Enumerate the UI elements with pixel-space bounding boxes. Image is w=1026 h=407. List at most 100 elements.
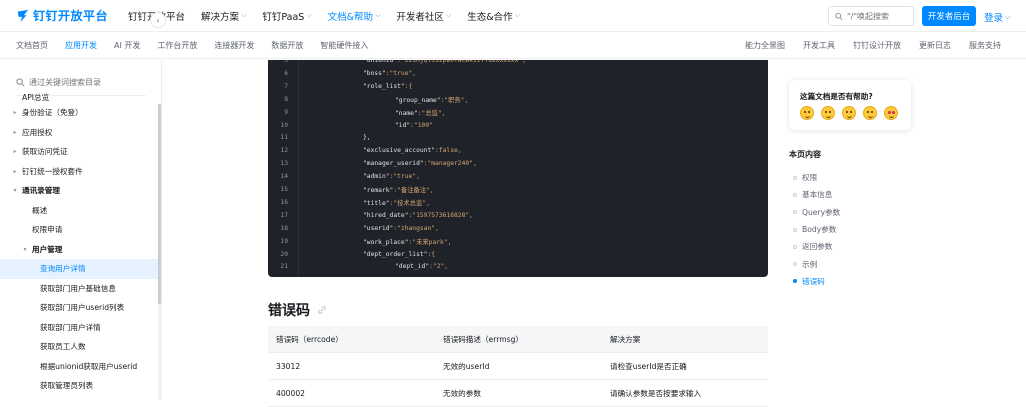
- sidebar-item[interactable]: ▾ 用户管理: [0, 240, 158, 260]
- very-sad-face-icon[interactable]: [800, 106, 814, 120]
- subnav-tab-2[interactable]: AI 开发: [114, 40, 140, 51]
- catalog-search[interactable]: [16, 78, 146, 87]
- table-cell: 请检查userId是否正确: [610, 361, 687, 371]
- line-number: 20: [280, 250, 288, 258]
- code-value: :"技术总监",: [389, 199, 430, 207]
- feedback-emojis: [800, 106, 905, 120]
- line-number: 13: [280, 160, 288, 168]
- code-text: "dept_id":"2",: [395, 263, 448, 270]
- table-cell: 请确认参数是否按要求输入: [610, 388, 702, 398]
- global-search[interactable]: [828, 6, 914, 26]
- subnav-tab-0[interactable]: 文档首页: [16, 40, 48, 51]
- line-number: 12: [280, 147, 288, 155]
- code-value: :"未来park",: [408, 238, 452, 246]
- subnav-tab-1[interactable]: 应用开发: [65, 40, 97, 51]
- subnav-right-link-2[interactable]: 钉钉设计开放: [853, 40, 901, 51]
- nav-item-4[interactable]: 开发者社区 ⌵: [396, 9, 451, 23]
- nav-item-5[interactable]: 生态&合作 ⌵: [467, 9, 520, 23]
- sidebar-item[interactable]: ▸ 应用授权: [0, 123, 158, 143]
- section-title: 错误码: [268, 303, 310, 319]
- toc-item[interactable]: 返回参数: [789, 238, 840, 255]
- sidebar-item[interactable]: 查询用户详情: [0, 259, 158, 279]
- toc-item[interactable]: 权限: [789, 169, 840, 186]
- sidebar-item-label: 获取员工人数: [40, 342, 86, 352]
- toc-item[interactable]: 错误码: [789, 273, 840, 290]
- nav-item-2[interactable]: 钉钉PaaS ⌵: [262, 9, 311, 23]
- subnav-right-link-4[interactable]: 服务支持: [969, 40, 1001, 51]
- catalog-search-input[interactable]: [29, 78, 139, 87]
- toc-item[interactable]: 示例: [789, 255, 840, 272]
- code-value: :"100": [410, 121, 433, 129]
- neutral-face-icon[interactable]: [842, 106, 856, 120]
- subnav-right-link-1[interactable]: 开发工具: [803, 40, 835, 51]
- toc-item[interactable]: Query参数: [789, 204, 840, 221]
- sidebar-item[interactable]: ▸ 钉钉统一授权套件: [0, 162, 158, 182]
- code-line: 11},: [268, 131, 768, 144]
- code-value: :{: [427, 250, 436, 258]
- code-line: 15 "remark":"备注备注",: [268, 183, 768, 196]
- happy-face-icon[interactable]: [863, 106, 877, 120]
- code-text: "boss":"true",: [363, 70, 416, 77]
- code-key: "hired_date": [363, 211, 409, 219]
- subnav-tab-5[interactable]: 数据开放: [271, 40, 303, 51]
- toc-item[interactable]: 基本信息: [789, 186, 840, 203]
- code-value: :"z21HjQliSzpw0YWCWkiiYYuxxxxxxx",: [397, 60, 527, 64]
- search-icon: [16, 78, 25, 87]
- sidebar-item[interactable]: 权限申请: [0, 220, 158, 240]
- code-value: :"true",: [389, 173, 420, 181]
- love-face-icon[interactable]: [884, 106, 898, 120]
- link-icon[interactable]: [316, 304, 328, 316]
- subnav-right-link-0[interactable]: 能力全景图: [745, 40, 785, 51]
- sad-face-icon[interactable]: [821, 106, 835, 120]
- sidebar-item[interactable]: 获取部门用户详情: [0, 318, 158, 338]
- sidebar-item[interactable]: API总览: [0, 92, 158, 103]
- table-cell: 无效的参数: [443, 388, 481, 398]
- code-line: 14 "admin":"true",: [268, 170, 768, 183]
- error-code-table: 错误码（errcode） 错误码描述（errmsg） 解决方案 33012 无效的use…: [268, 326, 768, 407]
- sidebar-scrollbar-thumb[interactable]: [158, 104, 161, 304]
- code-text: "remark":"备注备注",: [363, 185, 434, 194]
- sidebar-item[interactable]: ▸ 身份验证（免登）: [0, 103, 158, 123]
- sidebar-item[interactable]: 获取部门用户基础信息: [0, 279, 158, 299]
- sidebar-item[interactable]: ▸ 获取访问凭证: [0, 142, 158, 162]
- subnav-right-link-3[interactable]: 更新日志: [919, 40, 951, 51]
- sidebar-item-label: 用户管理: [32, 244, 63, 254]
- toc-item[interactable]: Body参数: [789, 221, 840, 238]
- sidebar-item[interactable]: ▾ 通讯录管理: [0, 181, 158, 201]
- login-link[interactable]: 登录 ⌵: [984, 10, 1010, 25]
- sidebar-item[interactable]: 获取部门用户userid列表: [0, 298, 158, 318]
- caret-down-icon: ▾: [23, 245, 27, 253]
- sidebar-item[interactable]: 获取管理员列表: [0, 376, 158, 396]
- table-cell: 400002: [276, 388, 305, 398]
- nav-item-3[interactable]: 文档&帮助 ⌵: [328, 9, 381, 23]
- code-text: },: [363, 134, 371, 141]
- toc-dot-icon: [793, 244, 797, 249]
- line-number: 5: [284, 60, 288, 64]
- subnav-tab-4[interactable]: 连接器开发: [214, 40, 254, 51]
- code-text: "exclusive_account":false,: [363, 147, 462, 154]
- dingtalk-logo[interactable]: 钉钉开放平台: [16, 7, 120, 24]
- doc-sidebar: API总览 ▸ 身份验证（免登） ▸ 应用授权 ▸ 获取访问凭证 ▸ 钉钉统一授权套件 ▾ 通讯录管…: [0, 60, 162, 400]
- code-text: "manager_userid":"manager240",: [363, 160, 477, 167]
- subnav-tab-6[interactable]: 智能硬件接入: [320, 40, 368, 51]
- code-key: "id": [395, 121, 411, 129]
- search-input[interactable]: [847, 11, 913, 21]
- code-key: "unionid": [363, 60, 398, 64]
- developer-console-button[interactable]: 开发者后台: [922, 6, 976, 26]
- code-value: :"manager240",: [423, 160, 477, 168]
- code-line: 7 "role_list":{: [268, 80, 768, 93]
- nav-item-1[interactable]: 解决方案 ⌵: [201, 9, 246, 23]
- feedback-question: 这篇文档是否有帮助?: [800, 92, 873, 101]
- caret-right-icon: ▸: [13, 109, 17, 117]
- nav-item-label: 生态&合作: [467, 11, 513, 23]
- code-key: "boss": [363, 69, 386, 77]
- sidebar-item[interactable]: 概述: [0, 201, 158, 221]
- chevron-down-icon: ⌵: [306, 11, 312, 19]
- subnav-tab-3[interactable]: 工作台开放: [157, 40, 197, 51]
- sidebar-item[interactable]: 根据unionid获取用户userid: [0, 357, 158, 377]
- page-toc: 本页内容 权限 基本信息 Query参数 Body参数 返回参数 示例 错误码: [789, 149, 840, 290]
- line-number: 10: [280, 121, 288, 129]
- collapse-sidebar-button[interactable]: ‹: [150, 12, 166, 28]
- sidebar-item[interactable]: 获取员工人数: [0, 337, 158, 357]
- sidebar-item-label: 身份验证（免登）: [22, 108, 83, 118]
